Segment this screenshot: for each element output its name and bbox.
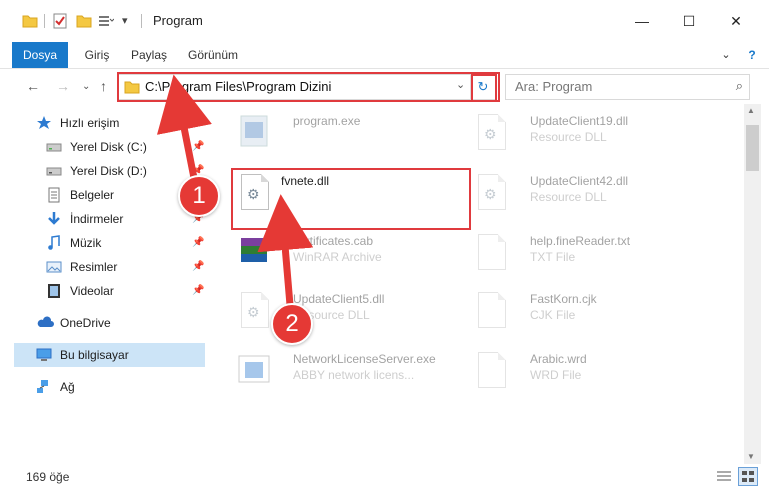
sidebar-item-this-pc[interactable]: Bu bilgisayar xyxy=(36,344,129,366)
file-highlight-box xyxy=(231,168,471,230)
maximize-button[interactable]: ☐ xyxy=(666,8,712,34)
details-view-icon[interactable] xyxy=(716,469,732,486)
sidebar-item-label: Belgeler xyxy=(70,188,115,202)
folder-icon xyxy=(22,13,38,29)
sidebar-item-videos[interactable]: Videolar xyxy=(46,280,114,302)
sidebar-item-label: İndirmeler xyxy=(70,212,124,226)
file-type: WRD File xyxy=(530,368,582,382)
recent-locations-icon[interactable]: ⌄ xyxy=(82,81,90,92)
step-one-badge: 1 xyxy=(178,175,220,217)
download-icon xyxy=(46,211,62,227)
step-two-badge: 2 xyxy=(271,303,313,345)
file-name: UpdateClient42.dll xyxy=(530,174,629,188)
generic-file-icon xyxy=(474,350,508,392)
window-title: Program xyxy=(153,13,203,28)
music-icon xyxy=(46,235,62,251)
scroll-down-icon[interactable]: ▼ xyxy=(747,452,755,461)
sidebar-item-network[interactable]: Ağ xyxy=(36,376,75,398)
pin-icon[interactable]: 📌 xyxy=(192,237,204,248)
computer-icon xyxy=(36,347,52,363)
tab-view[interactable]: Görünüm xyxy=(182,42,244,68)
file-name: Arabic.wrd xyxy=(530,352,587,366)
address-highlight-box xyxy=(117,72,500,102)
sidebar-item-quick-access[interactable]: Hızlı erişim xyxy=(36,112,119,134)
drive-icon xyxy=(46,139,62,155)
properties-icon[interactable] xyxy=(52,13,68,29)
scrollbar-thumb[interactable] xyxy=(746,125,759,171)
sidebar-item-label: OneDrive xyxy=(60,316,111,330)
close-button[interactable]: ✕ xyxy=(713,8,759,34)
file-name: UpdateClient5.dll xyxy=(293,292,385,306)
sidebar-item-label: Resimler xyxy=(70,260,118,274)
sidebar-item-documents[interactable]: Belgeler xyxy=(46,184,114,206)
new-folder-icon[interactable] xyxy=(76,13,92,29)
view-options-icon[interactable] xyxy=(98,13,115,29)
minimize-button[interactable]: — xyxy=(619,8,665,34)
large-icons-view-icon[interactable] xyxy=(738,467,758,486)
video-icon xyxy=(46,283,62,299)
pin-icon[interactable]: 📌 xyxy=(192,261,204,272)
customize-toolbar-icon[interactable]: ▾ xyxy=(122,14,138,30)
title-separator xyxy=(141,14,142,28)
sidebar-item-label: Yerel Disk (C:) xyxy=(70,140,147,154)
sidebar-item-label: Bu bilgisayar xyxy=(60,348,129,362)
file-type: CJK File xyxy=(530,308,576,322)
sidebar-item-onedrive[interactable]: OneDrive xyxy=(36,312,111,334)
sidebar-item-music[interactable]: Müzik xyxy=(46,232,101,254)
tab-home[interactable]: Giriş xyxy=(78,42,116,68)
file-type: ABBY network licens... xyxy=(293,368,415,382)
file-type: WinRAR Archive xyxy=(293,250,382,264)
item-count: 169 öğe xyxy=(26,470,70,484)
pin-icon[interactable]: 📌 xyxy=(192,285,204,296)
toolbar-separator xyxy=(44,14,45,28)
title-bar: ▾ Program — ☐ ✕ xyxy=(0,0,769,40)
file-name: NetworkLicenseServer.exe xyxy=(293,352,436,366)
file-name: help.fineReader.txt xyxy=(530,234,631,248)
sidebar-item-label: Yerel Disk (D:) xyxy=(70,164,147,178)
file-type: Resource DLL xyxy=(530,130,607,144)
sidebar-item-pictures[interactable]: Resimler xyxy=(46,256,117,278)
forward-arrow-icon[interactable]: → xyxy=(56,78,70,94)
sidebar-item-label: Videolar xyxy=(70,284,114,298)
generic-file-icon xyxy=(474,290,508,332)
drive-icon xyxy=(46,163,62,179)
cloud-icon xyxy=(36,315,54,331)
documents-icon xyxy=(46,187,62,203)
file-name: certificates.cab xyxy=(293,234,374,248)
sidebar-item-label: Hızlı erişim xyxy=(60,116,120,130)
sidebar-item-disk-c[interactable]: Yerel Disk (C:) xyxy=(46,136,147,158)
tab-file[interactable]: Dosya xyxy=(12,42,68,68)
help-icon[interactable]: ? xyxy=(744,42,760,68)
search-box[interactable]: Ara: Program ⌕ xyxy=(505,74,750,100)
search-input[interactable]: Ara: Program xyxy=(515,79,592,94)
pin-icon[interactable]: 📌 xyxy=(192,141,204,152)
ribbon-tabs: Dosya Giriş Paylaş Görünüm ⌄ ? xyxy=(0,42,769,69)
up-arrow-icon[interactable]: ↑ xyxy=(100,78,107,94)
tab-share[interactable]: Paylaş xyxy=(126,42,172,68)
file-type: Resource DLL xyxy=(530,190,607,204)
sidebar-item-disk-d[interactable]: Yerel Disk (D:) xyxy=(46,160,147,182)
back-arrow-icon[interactable]: ← xyxy=(26,78,40,94)
file-type: TXT File xyxy=(530,250,576,264)
dll-file-icon: ⚙ xyxy=(474,112,508,154)
scroll-up-icon[interactable]: ▲ xyxy=(747,106,755,115)
file-name: program.exe xyxy=(293,114,361,128)
text-file-icon xyxy=(474,232,508,274)
file-name: UpdateClient19.dll xyxy=(530,114,629,128)
sidebar-item-downloads[interactable]: İndirmeler xyxy=(46,208,123,230)
exe-icon xyxy=(237,350,271,392)
file-name: FastKorn.cjk xyxy=(530,292,597,306)
dll-file-icon: ⚙ xyxy=(474,172,508,214)
collapse-ribbon-icon[interactable]: ⌄ xyxy=(718,42,734,68)
sidebar-item-label: Ağ xyxy=(60,380,75,394)
archive-icon xyxy=(237,232,271,274)
exe-icon xyxy=(237,112,271,154)
dll-file-icon: ⚙ xyxy=(237,290,271,332)
arrow-to-file xyxy=(257,194,314,306)
search-icon[interactable]: ⌕ xyxy=(736,78,743,94)
network-icon xyxy=(36,379,52,395)
star-icon xyxy=(36,115,52,131)
pictures-icon xyxy=(46,259,62,275)
sidebar-item-label: Müzik xyxy=(70,236,102,250)
